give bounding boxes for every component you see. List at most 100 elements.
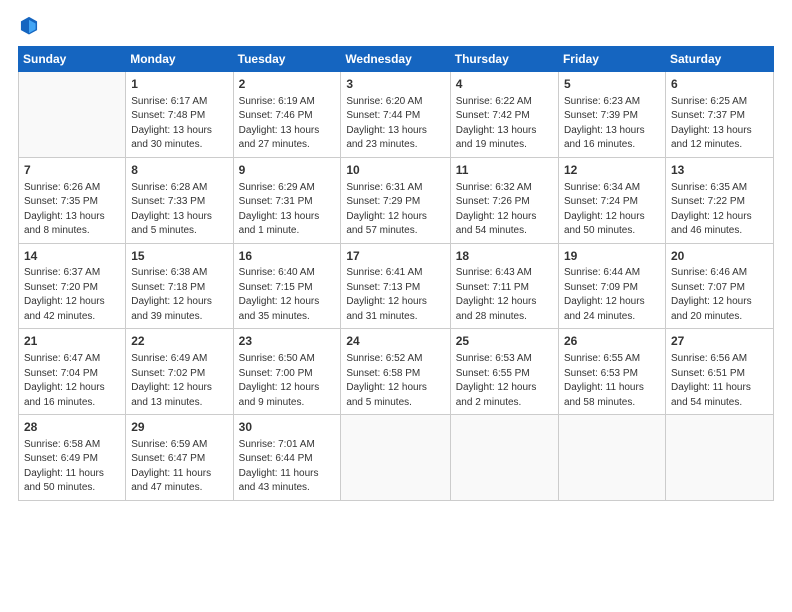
calendar-cell xyxy=(450,415,558,501)
calendar-cell: 4 Sunrise: 6:22 AM Sunset: 7:42 PM Daylig… xyxy=(450,72,558,158)
calendar: SundayMondayTuesdayWednesdayThursdayFrid… xyxy=(18,46,774,501)
weekday-header: Thursday xyxy=(450,47,558,72)
day-info: Sunrise: 6:55 AM Sunset: 6:53 PM Dayligh… xyxy=(564,352,660,410)
day-info: Sunrise: 6:35 AM Sunset: 7:22 PM Dayligh… xyxy=(671,181,768,239)
calendar-cell: 6Sunrise: 6:25 AM Sunset: 7:37 PM Daylig… xyxy=(665,72,773,158)
calendar-cell: 2 Sunrise: 6:19 AM Sunset: 7:46 PM Daylig… xyxy=(233,72,341,158)
calendar-cell: 9 Sunrise: 6:29 AM Sunset: 7:31 PM Daylig… xyxy=(233,157,341,243)
calendar-cell: 27 Sunrise: 6:56 AM Sunset: 6:51 PM Dayli… xyxy=(665,329,773,415)
calendar-week-row: 14Sunrise: 6:37 AM Sunset: 7:20 PM Dayli… xyxy=(19,243,774,329)
calendar-cell: 16Sunrise: 6:40 AM Sunset: 7:15 PM Dayli… xyxy=(233,243,341,329)
day-info: Sunrise: 6:59 AM Sunset: 6:47 PM Dayligh… xyxy=(131,438,227,496)
day-info: Sunrise: 6:44 AM Sunset: 7:09 PM Dayligh… xyxy=(564,266,660,324)
day-info: Sunrise: 6:32 AM Sunset: 7:26 PM Dayligh… xyxy=(456,181,553,239)
day-number: 14 xyxy=(24,248,120,265)
day-info: Sunrise: 6:47 AM Sunset: 7:04 PM Dayligh… xyxy=(24,352,120,410)
calendar-cell: 17Sunrise: 6:41 AM Sunset: 7:13 PM Dayli… xyxy=(341,243,450,329)
calendar-cell xyxy=(341,415,450,501)
day-number: 18 xyxy=(456,248,553,265)
header xyxy=(18,18,774,36)
day-info: Sunrise: 6:19 AM Sunset: 7:46 PM Dayligh… xyxy=(239,95,336,153)
calendar-cell: 10Sunrise: 6:31 AM Sunset: 7:29 PM Dayli… xyxy=(341,157,450,243)
weekday-header: Monday xyxy=(126,47,233,72)
day-number: 15 xyxy=(131,248,227,265)
day-info: Sunrise: 6:46 AM Sunset: 7:07 PM Dayligh… xyxy=(671,266,768,324)
day-info: Sunrise: 6:22 AM Sunset: 7:42 PM Dayligh… xyxy=(456,95,553,153)
logo xyxy=(18,18,42,36)
calendar-cell: 3 Sunrise: 6:20 AM Sunset: 7:44 PM Daylig… xyxy=(341,72,450,158)
day-info: Sunrise: 6:53 AM Sunset: 6:55 PM Dayligh… xyxy=(456,352,553,410)
calendar-cell: 24Sunrise: 6:52 AM Sunset: 6:58 PM Dayli… xyxy=(341,329,450,415)
calendar-week-row: 7Sunrise: 6:26 AM Sunset: 7:35 PM Daylig… xyxy=(19,157,774,243)
calendar-cell xyxy=(19,72,126,158)
calendar-cell: 11Sunrise: 6:32 AM Sunset: 7:26 PM Dayli… xyxy=(450,157,558,243)
calendar-body: 1 Sunrise: 6:17 AM Sunset: 7:48 PM Daylig… xyxy=(19,72,774,501)
day-info: Sunrise: 6:56 AM Sunset: 6:51 PM Dayligh… xyxy=(671,352,768,410)
day-info: Sunrise: 6:17 AM Sunset: 7:48 PM Dayligh… xyxy=(131,95,227,153)
day-number: 9 xyxy=(239,162,336,179)
day-info: Sunrise: 7:01 AM Sunset: 6:44 PM Dayligh… xyxy=(239,438,336,496)
calendar-cell: 22 Sunrise: 6:49 AM Sunset: 7:02 PM Dayli… xyxy=(126,329,233,415)
day-info: Sunrise: 6:31 AM Sunset: 7:29 PM Dayligh… xyxy=(346,181,444,239)
day-info: Sunrise: 6:41 AM Sunset: 7:13 PM Dayligh… xyxy=(346,266,444,324)
day-number: 21 xyxy=(24,333,120,350)
calendar-cell: 28 Sunrise: 6:58 AM Sunset: 6:49 PM Dayli… xyxy=(19,415,126,501)
weekday-header: Wednesday xyxy=(341,47,450,72)
day-number: 2 xyxy=(239,76,336,93)
calendar-cell: 8 Sunrise: 6:28 AM Sunset: 7:33 PM Daylig… xyxy=(126,157,233,243)
day-number: 24 xyxy=(346,333,444,350)
day-number: 1 xyxy=(131,76,227,93)
calendar-cell: 25 Sunrise: 6:53 AM Sunset: 6:55 PM Dayli… xyxy=(450,329,558,415)
day-number: 22 xyxy=(131,333,227,350)
calendar-cell: 19Sunrise: 6:44 AM Sunset: 7:09 PM Dayli… xyxy=(558,243,665,329)
calendar-week-row: 28 Sunrise: 6:58 AM Sunset: 6:49 PM Dayli… xyxy=(19,415,774,501)
day-info: Sunrise: 6:25 AM Sunset: 7:37 PM Dayligh… xyxy=(671,95,768,153)
calendar-cell: 18Sunrise: 6:43 AM Sunset: 7:11 PM Dayli… xyxy=(450,243,558,329)
day-number: 17 xyxy=(346,248,444,265)
day-number: 7 xyxy=(24,162,120,179)
day-info: Sunrise: 6:50 AM Sunset: 7:00 PM Dayligh… xyxy=(239,352,336,410)
calendar-cell: 26 Sunrise: 6:55 AM Sunset: 6:53 PM Dayli… xyxy=(558,329,665,415)
day-info: Sunrise: 6:28 AM Sunset: 7:33 PM Dayligh… xyxy=(131,181,227,239)
calendar-cell: 7Sunrise: 6:26 AM Sunset: 7:35 PM Daylig… xyxy=(19,157,126,243)
calendar-cell: 1 Sunrise: 6:17 AM Sunset: 7:48 PM Daylig… xyxy=(126,72,233,158)
calendar-cell: 15Sunrise: 6:38 AM Sunset: 7:18 PM Dayli… xyxy=(126,243,233,329)
logo-icon xyxy=(18,14,40,36)
calendar-cell xyxy=(558,415,665,501)
day-number: 30 xyxy=(239,419,336,436)
weekday-header: Friday xyxy=(558,47,665,72)
day-number: 19 xyxy=(564,248,660,265)
day-number: 4 xyxy=(456,76,553,93)
day-number: 26 xyxy=(564,333,660,350)
day-number: 23 xyxy=(239,333,336,350)
day-number: 5 xyxy=(564,76,660,93)
calendar-cell: 21 Sunrise: 6:47 AM Sunset: 7:04 PM Dayli… xyxy=(19,329,126,415)
day-info: Sunrise: 6:29 AM Sunset: 7:31 PM Dayligh… xyxy=(239,181,336,239)
calendar-cell: 29Sunrise: 6:59 AM Sunset: 6:47 PM Dayli… xyxy=(126,415,233,501)
weekday-header: Tuesday xyxy=(233,47,341,72)
page: SundayMondayTuesdayWednesdayThursdayFrid… xyxy=(0,0,792,612)
weekday-header: Sunday xyxy=(19,47,126,72)
day-info: Sunrise: 6:20 AM Sunset: 7:44 PM Dayligh… xyxy=(346,95,444,153)
day-number: 3 xyxy=(346,76,444,93)
calendar-cell: 13 Sunrise: 6:35 AM Sunset: 7:22 PM Dayli… xyxy=(665,157,773,243)
day-number: 27 xyxy=(671,333,768,350)
calendar-week-row: 21 Sunrise: 6:47 AM Sunset: 7:04 PM Dayli… xyxy=(19,329,774,415)
day-number: 28 xyxy=(24,419,120,436)
day-number: 25 xyxy=(456,333,553,350)
day-info: Sunrise: 6:40 AM Sunset: 7:15 PM Dayligh… xyxy=(239,266,336,324)
day-info: Sunrise: 6:49 AM Sunset: 7:02 PM Dayligh… xyxy=(131,352,227,410)
day-number: 8 xyxy=(131,162,227,179)
day-info: Sunrise: 6:58 AM Sunset: 6:49 PM Dayligh… xyxy=(24,438,120,496)
day-number: 13 xyxy=(671,162,768,179)
calendar-cell: 14Sunrise: 6:37 AM Sunset: 7:20 PM Dayli… xyxy=(19,243,126,329)
calendar-cell: 30 Sunrise: 7:01 AM Sunset: 6:44 PM Dayli… xyxy=(233,415,341,501)
day-info: Sunrise: 6:37 AM Sunset: 7:20 PM Dayligh… xyxy=(24,266,120,324)
weekday-row: SundayMondayTuesdayWednesdayThursdayFrid… xyxy=(19,47,774,72)
day-info: Sunrise: 6:43 AM Sunset: 7:11 PM Dayligh… xyxy=(456,266,553,324)
calendar-cell: 20Sunrise: 6:46 AM Sunset: 7:07 PM Dayli… xyxy=(665,243,773,329)
day-number: 12 xyxy=(564,162,660,179)
calendar-header: SundayMondayTuesdayWednesdayThursdayFrid… xyxy=(19,47,774,72)
weekday-header: Saturday xyxy=(665,47,773,72)
day-number: 20 xyxy=(671,248,768,265)
